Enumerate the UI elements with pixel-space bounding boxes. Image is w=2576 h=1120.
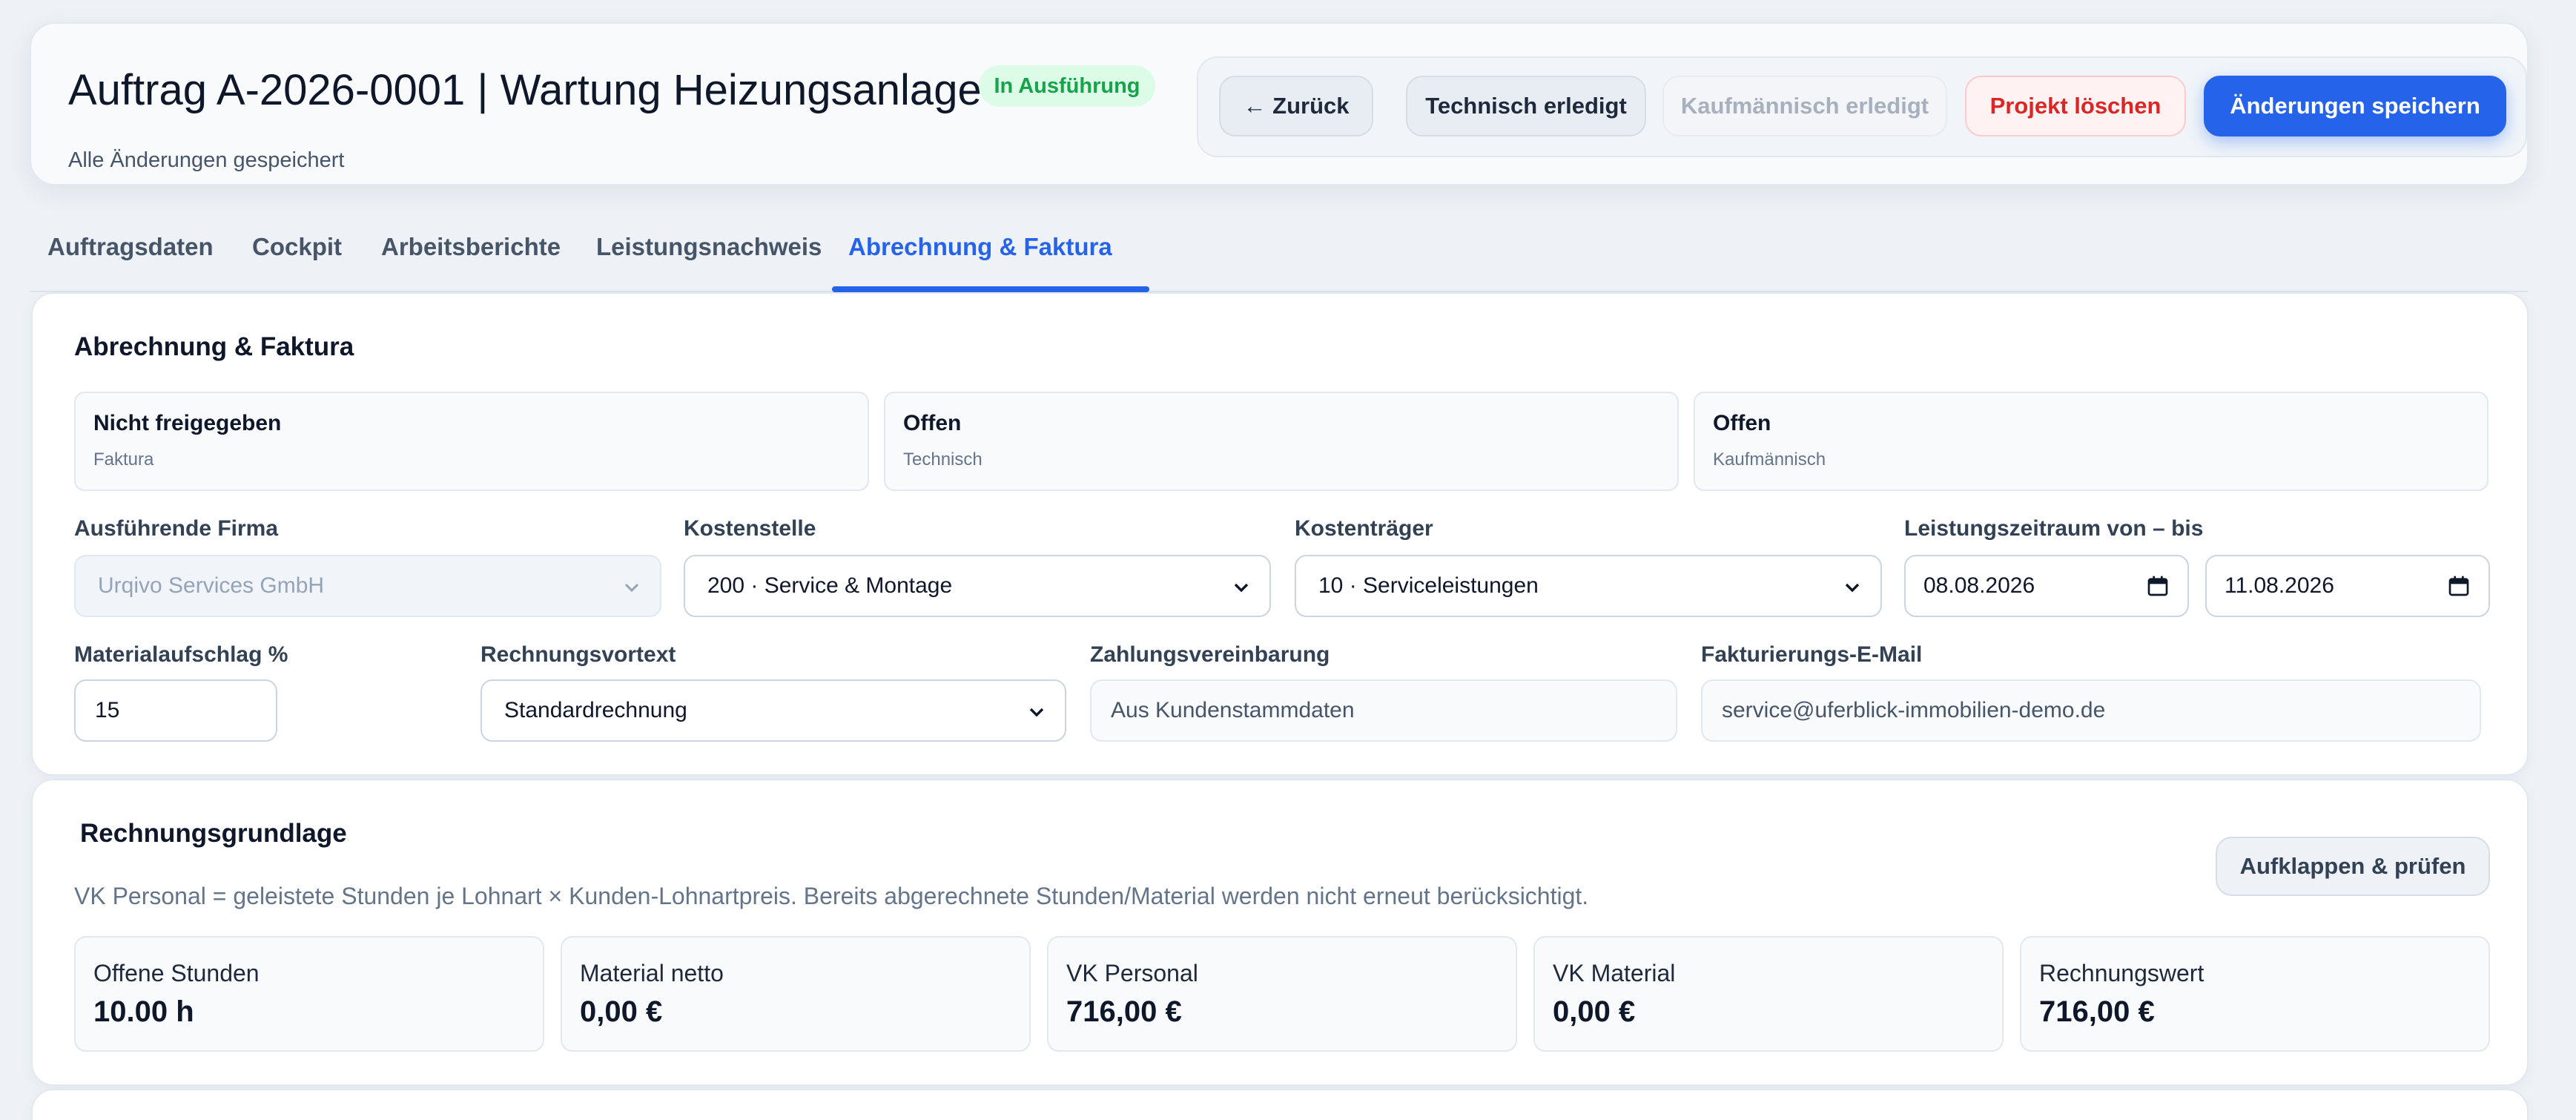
metric-label: VK Personal [1066, 960, 1198, 986]
technically-done-button[interactable]: Technisch erledigt [1406, 76, 1646, 136]
next-panel [31, 1089, 2529, 1120]
metric-value: 0,00 € [1553, 995, 1636, 1028]
payment-terms-value: Aus Kundenstammdaten [1111, 698, 1355, 722]
metric-label: Offene Stunden [93, 960, 260, 986]
cost-center-select[interactable]: 200 · Service & Montage [684, 555, 1271, 617]
cost-unit-label: Kostenträger [1295, 516, 1433, 541]
tab-leistungsnachweis[interactable]: Leistungsnachweis [596, 233, 822, 261]
status-label: Faktura [93, 449, 154, 470]
chevron-down-icon [624, 583, 639, 593]
metric-label: VK Material [1553, 960, 1676, 986]
metric-value: 0,00 € [580, 995, 663, 1028]
metric-invoice-value: Rechnungswert 716,00 € [2020, 936, 2490, 1052]
chevron-down-icon [1234, 583, 1249, 593]
billing-panel: Abrechnung & Faktura Nicht freigegeben F… [31, 292, 2529, 776]
status-label: Kaufmännisch [1713, 449, 1826, 470]
status-label: Technisch [903, 449, 982, 470]
expand-and-review-button[interactable]: Aufklappen & prüfen [2216, 837, 2490, 896]
company-label: Ausführende Firma [74, 516, 279, 541]
active-tab-indicator [832, 286, 1149, 292]
metric-value: 716,00 € [1066, 995, 1182, 1028]
billing-email-value: service@uferblick-immobilien-demo.de [1722, 698, 2106, 722]
commercially-done-button[interactable]: Kaufmännisch erledigt [1662, 76, 1947, 136]
chevron-down-icon [1845, 583, 1860, 593]
invoice-pretext-select[interactable]: Standardrechnung [480, 679, 1066, 742]
metric-open-hours: Offene Stunden 10.00 h [74, 936, 544, 1052]
status-value: Nicht freigegeben [93, 411, 282, 435]
chevron-down-icon [1029, 708, 1044, 717]
tab-arbeitsberichte[interactable]: Arbeitsberichte [381, 233, 561, 261]
status-badge: In Ausführung [979, 65, 1155, 107]
company-select[interactable]: Urqivo Services GmbH [74, 555, 661, 617]
calendar-icon[interactable] [2447, 574, 2471, 598]
billing-email-field[interactable]: service@uferblick-immobilien-demo.de [1701, 679, 2481, 742]
cost-unit-select[interactable]: 10 · Serviceleistungen [1295, 555, 1882, 617]
metric-label: Rechnungswert [2039, 960, 2205, 986]
metric-value: 10.00 h [93, 995, 194, 1028]
payment-terms-label: Zahlungsvereinbarung [1090, 642, 1330, 667]
calendar-icon[interactable] [2146, 574, 2170, 598]
invoice-pretext-label: Rechnungsvortext [480, 642, 676, 667]
tab-abrechnung-faktura[interactable]: Abrechnung & Faktura [848, 233, 1112, 261]
billing-email-label: Fakturierungs-E-Mail [1701, 642, 1923, 667]
cost-center-label: Kostenstelle [684, 516, 816, 541]
company-select-value: Urqivo Services GmbH [98, 573, 325, 598]
invoice-basis-hint: VK Personal = geleistete Stunden je Lohn… [74, 883, 1589, 909]
period-from-date-input[interactable]: 08.08.2026 [1904, 555, 2189, 617]
metric-value: 716,00 € [2039, 995, 2155, 1028]
period-to-date-input[interactable]: 11.08.2026 [2205, 555, 2490, 617]
invoice-pretext-select-value: Standardrechnung [504, 698, 687, 722]
order-header: Auftrag A-2026-0001 | Wartung Heizungsan… [30, 22, 2529, 185]
metric-material-net: Material netto 0,00 € [561, 936, 1031, 1052]
invoice-basis-title: Rechnungsgrundlage [80, 819, 347, 848]
period-to-value: 11.08.2026 [2225, 573, 2334, 598]
delete-project-button[interactable]: Projekt löschen [1965, 76, 2186, 136]
cost-unit-select-value: 10 · Serviceleistungen [1318, 573, 1539, 598]
status-box-kaufmaennisch: Offen Kaufmännisch [1694, 392, 2489, 491]
status-value: Offen [903, 411, 962, 435]
period-label: Leistungszeitraum von – bis [1904, 516, 2204, 541]
material-markup-input[interactable]: 15 [74, 679, 277, 742]
payment-terms-field[interactable]: Aus Kundenstammdaten [1090, 679, 1677, 742]
tab-bar: Auftragsdaten Cockpit Arbeitsberichte Le… [30, 215, 2529, 292]
status-value: Offen [1713, 411, 1771, 435]
tab-cockpit[interactable]: Cockpit [252, 233, 342, 261]
save-status-text: Alle Änderungen gespeichert [68, 148, 345, 172]
page-title: Auftrag A-2026-0001 | Wartung Heizungsan… [68, 66, 982, 114]
material-markup-label: Materialaufschlag % [74, 642, 288, 667]
metric-vk-material: VK Material 0,00 € [1533, 936, 2004, 1052]
action-toolbar: ← Zurück Technisch erledigt Kaufmännisch… [1197, 56, 2527, 157]
back-button[interactable]: ← Zurück [1219, 76, 1373, 136]
tab-auftragsdaten[interactable]: Auftragsdaten [47, 233, 214, 261]
status-box-faktura: Nicht freigegeben Faktura [74, 392, 869, 491]
metric-vk-personal: VK Personal 716,00 € [1047, 936, 1517, 1052]
period-from-value: 08.08.2026 [1923, 573, 2035, 598]
save-changes-button[interactable]: Änderungen speichern [2204, 76, 2506, 136]
metric-label: Material netto [580, 960, 724, 986]
invoice-basis-panel: Rechnungsgrundlage Aufklappen & prüfen V… [31, 779, 2529, 1086]
billing-section-title: Abrechnung & Faktura [74, 332, 354, 361]
status-box-technisch: Offen Technisch [884, 392, 1679, 491]
material-markup-value: 15 [95, 698, 120, 722]
cost-center-select-value: 200 · Service & Montage [707, 573, 953, 598]
